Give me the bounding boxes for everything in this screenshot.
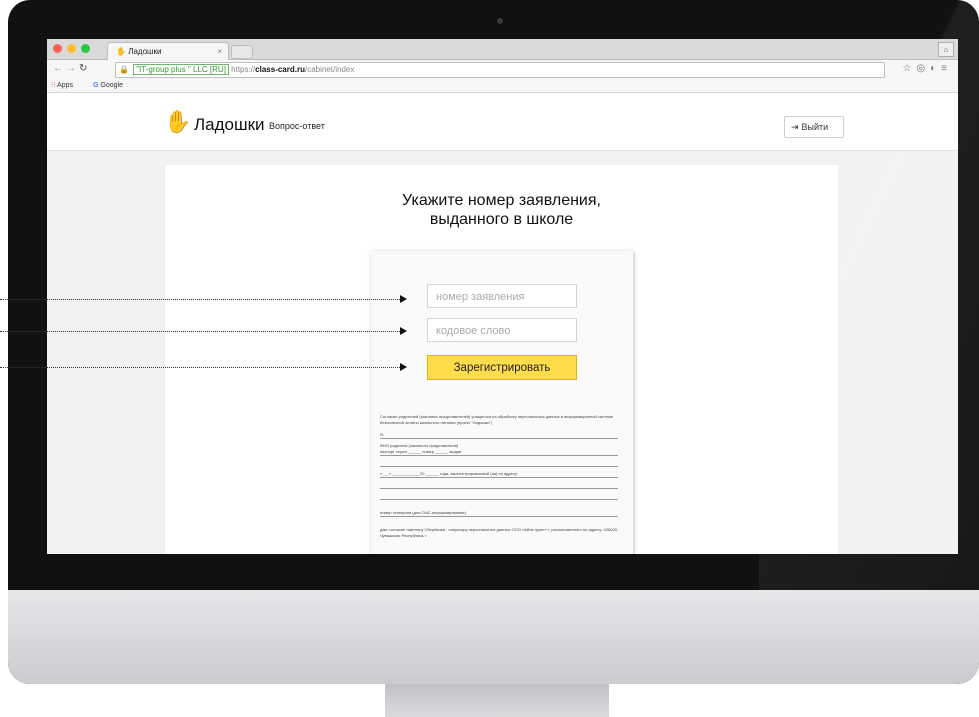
page-title-line-2: выданного в школе [429,211,574,228]
extension-icon-2[interactable]: ◐ [930,63,941,74]
lock-icon: 🔒 [119,65,129,74]
site-logo-text[interactable]: Ладошки [194,115,265,135]
page-title: Укажите номер заявления, выданного в шко… [165,191,838,229]
camera-dot [497,18,503,24]
maximize-window-button[interactable] [81,44,90,53]
application-number-input[interactable]: номер заявления [427,284,577,308]
logout-label: Выйти [801,122,829,132]
monitor-stand [385,684,609,717]
bookmark-google-label: Google [100,82,123,89]
register-button[interactable]: Зарегистрировать [427,355,577,380]
extension-icon[interactable]: ◎ [916,63,930,74]
consent-ya-text: Я, [380,432,384,437]
blank-line [380,460,618,467]
annotation-arrow-1 [400,295,407,303]
tab-bar: ✋ Ладошки × ⌂ [47,39,958,60]
consent-date-text: « __ » ____________ 20 ______ года, заре… [380,471,519,476]
apps-grid-icon: ⁝⁝ [51,82,56,89]
star-bookmark-icon[interactable]: ☆ [902,63,916,74]
menu-icon[interactable]: ≡ [941,63,952,74]
application-form-paper: номер заявления кодовое слово Зарегистри… [371,251,633,554]
back-arrow-icon[interactable]: ← [53,63,66,74]
hand-logo-icon[interactable]: ✋ [164,111,191,133]
bookmarks-bar: ⁝⁝ Apps G Google [47,79,958,93]
annotation-arrow-3 [400,363,407,371]
consent-date: « __ » ____________ 20 ______ года, заре… [380,471,618,478]
logout-button[interactable]: ⇥ Выйти [784,116,844,138]
monitor-chin [8,590,979,684]
url-scheme: https:// [231,65,256,74]
browser-window: ✋ Ладошки × ⌂ ←→↻ 🔒 "IT-group plus " LLC… [47,39,958,554]
blank-line [380,482,618,489]
monitor-frame: ✋ Ладошки × ⌂ ←→↻ 🔒 "IT-group plus " LLC… [8,0,979,684]
url-host: class-card.ru [255,65,305,74]
new-tab-button[interactable] [231,45,253,59]
hand-favicon-icon: ✋ [116,47,126,56]
logout-icon: ⇥ [791,122,799,132]
page-title-line-1: Укажите номер заявления, [402,192,601,209]
profile-icon[interactable]: ⌂ [938,42,954,57]
consent-document: Согласие родителей (законных представите… [380,414,618,539]
bookmark-apps-label: Apps [57,82,73,89]
reload-icon[interactable]: ↻ [79,63,90,74]
window-controls [53,44,90,53]
tab-active[interactable]: ✋ Ладошки × [107,42,229,60]
tab-title: Ладошки [128,47,162,56]
blank-line [380,493,618,500]
toolbar-right-icons: ☆◎◐≡ [902,63,952,74]
annotation-leader-2 [0,331,400,332]
address-bar[interactable]: 🔒 "IT-group plus " LLC [RU] https://clas… [115,62,885,78]
annotation-leader-3 [0,367,400,368]
consent-intro: Согласие родителей (законных представите… [380,414,614,425]
forward-arrow-icon[interactable]: → [66,63,79,74]
annotation-leader-1 [0,299,400,300]
consent-passport-text: паспорт серия ______ номер ______ выдан [380,449,462,454]
url-path: /cabinet/index [304,65,355,74]
code-word-input[interactable]: кодовое слово [427,318,577,342]
annotation-arrow-2 [400,327,407,335]
faq-link[interactable]: Вопрос-ответ [269,121,325,131]
registration-card: Укажите номер заявления, выданного в шко… [165,165,838,554]
consent-phone-text: номер телефона (для СМС-информирования) [380,510,466,515]
consent-operator: даю согласие партнеру Сбербанка - операт… [380,527,619,538]
browser-toolbar: ←→↻ 🔒 "IT-group plus " LLC [RU] https://… [47,60,958,79]
google-icon: G [93,82,99,89]
site-header: ✋ Ладошки Вопрос-ответ ⇥ Выйти [47,93,958,151]
consent-passport: паспорт серия ______ номер ______ выдан [380,449,618,456]
minimize-window-button[interactable] [67,44,76,53]
consent-phone: номер телефона (для СМС-информирования) [380,510,618,517]
close-window-button[interactable] [53,44,62,53]
bookmark-google[interactable]: G Google [93,79,123,92]
bookmark-apps[interactable]: ⁝⁝ Apps [51,79,73,92]
navigation-buttons: ←→↻ [53,63,90,74]
tab-close-icon[interactable]: × [217,43,222,60]
consent-line-ya: Я, [380,432,618,439]
certificate-badge[interactable]: "IT-group plus " LLC [RU] [133,64,229,75]
